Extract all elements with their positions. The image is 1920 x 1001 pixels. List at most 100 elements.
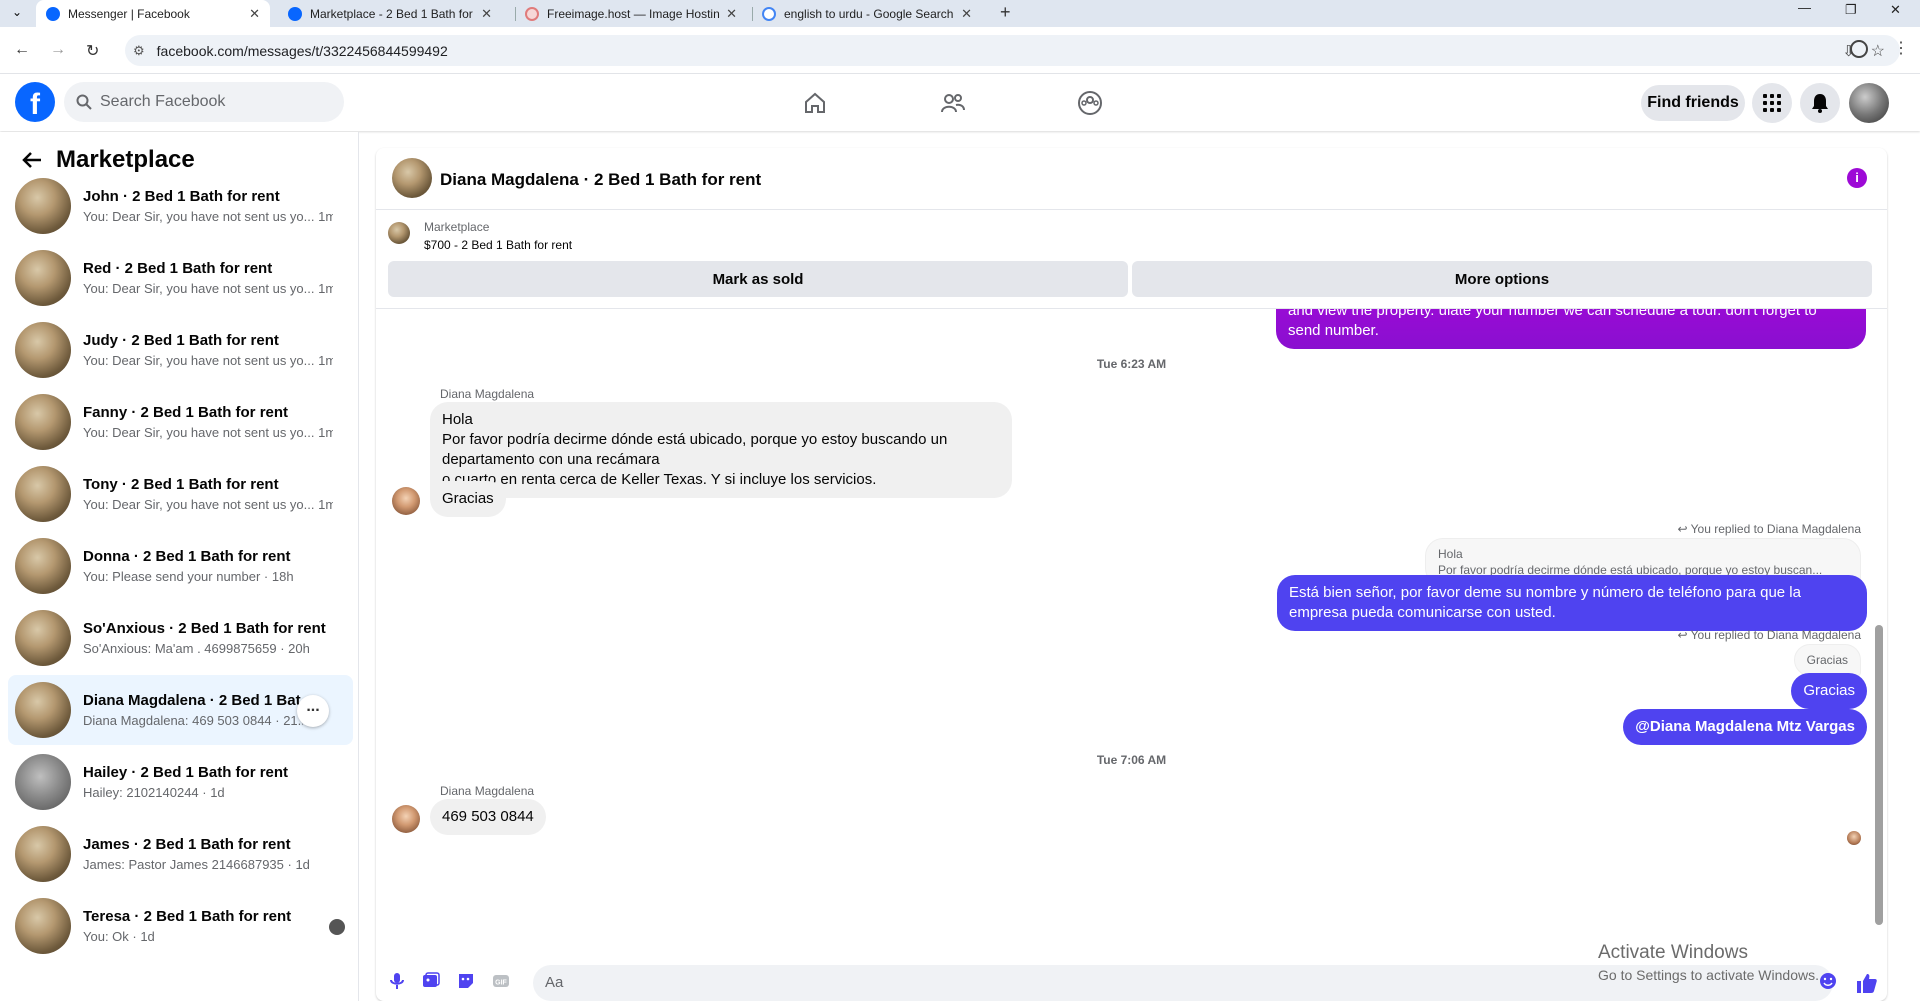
thumbs-up-icon[interactable] [1856, 972, 1878, 994]
conversation-preview: You: Dear Sir, you have not sent us yo..… [83, 353, 333, 368]
close-window-icon[interactable]: ✕ [1890, 2, 1901, 18]
sender-name: Diana Magdalena [440, 387, 535, 401]
back-arrow-icon[interactable] [22, 151, 42, 169]
url-field[interactable]: ⚙ facebook.com/messages/t/33224568445994… [125, 35, 1900, 66]
conversation-name: Red · 2 Bed 1 Bath for rent [83, 260, 273, 277]
sticker-icon[interactable] [457, 972, 475, 990]
new-tab-button[interactable]: + [1000, 2, 1011, 23]
photo-icon[interactable] [422, 972, 440, 990]
google-favicon-icon [762, 6, 776, 21]
reload-icon[interactable]: ↻ [86, 41, 99, 61]
home-icon[interactable] [802, 90, 828, 116]
message-bubble-outgoing[interactable]: Gracias [1791, 673, 1867, 709]
notifications-button[interactable] [1800, 83, 1840, 123]
chat-panel: Diana Magdalena · 2 Bed 1 Bath for rent … [376, 148, 1887, 1001]
site-info-icon[interactable]: ⚙ [133, 43, 145, 59]
conversation-item[interactable]: James · 2 Bed 1 Bath for rent James: Past… [8, 819, 353, 889]
conversation-item[interactable]: So'Anxious · 2 Bed 1 Bath for rent So'Anx… [8, 603, 353, 673]
emoji-icon[interactable] [1819, 972, 1837, 990]
sender-avatar[interactable] [392, 805, 420, 833]
message-bubble-outgoing[interactable]: and view the property. ulate your number… [1276, 309, 1866, 349]
facebook-header: f Search Facebook Find friends [0, 74, 1920, 131]
quoted-message[interactable]: Gracias [1793, 644, 1861, 676]
browser-tab-strip: ⌄ Messenger | Facebook ✕ Marketplace - 2… [0, 0, 1920, 27]
browser-tab-freeimage[interactable]: Freeimage.host — Image Hostin ✕ [515, 0, 747, 27]
seen-avatar [329, 919, 345, 935]
conversation-options-button[interactable]: ... [297, 695, 329, 727]
message-bubble-incoming[interactable]: 469 503 0844 [430, 799, 546, 835]
conversation-name: Hailey · 2 Bed 1 Bath for rent [83, 764, 289, 781]
chat-title[interactable]: Diana Magdalena · 2 Bed 1 Bath for rent [440, 170, 761, 190]
marketplace-label: Marketplace [424, 220, 490, 234]
back-icon[interactable]: ← [14, 41, 30, 59]
sidebar-header: Marketplace [22, 146, 195, 174]
message-bubble-incoming[interactable]: Hola Por favor podría decirme dónde está… [430, 402, 1012, 498]
conversation-item[interactable]: John · 2 Bed 1 Bath for rent You: Dear Si… [8, 171, 353, 241]
search-icon [76, 94, 92, 110]
tab-search-icon[interactable]: ⌄ [12, 5, 22, 19]
gif-icon[interactable]: GIF [492, 972, 510, 990]
seen-avatar [1847, 831, 1861, 845]
conversation-item[interactable]: Donna · 2 Bed 1 Bath for rent You: Please… [8, 531, 353, 601]
conversation-preview: Diana Magdalena: 469 503 0844 · 21... [83, 713, 303, 728]
freeimage-favicon-icon [525, 6, 539, 21]
conversation-item[interactable]: Tony · 2 Bed 1 Bath for rent You: Dear Si… [8, 459, 353, 529]
listing-thumbnail [15, 826, 71, 882]
friends-icon[interactable] [940, 90, 966, 116]
marketplace-listing-banner[interactable]: Marketplace $700 - 2 Bed 1 Bath for rent [388, 220, 1878, 254]
conversation-sidebar: Marketplace John · 2 Bed 1 Bath for rent… [0, 132, 359, 1001]
restore-icon[interactable]: ❐ [1845, 2, 1857, 18]
conversation-name: John · 2 Bed 1 Bath for rent [83, 188, 280, 205]
message-bubble-outgoing[interactable]: Está bien señor, por favor deme su nombr… [1277, 575, 1867, 631]
conversation-preview: James: Pastor James 2146687935 · 1d [83, 857, 310, 872]
conversation-item[interactable]: Teresa · 2 Bed 1 Bath for rent You: Ok · … [8, 891, 353, 961]
conversation-preview: So'Anxious: Ma'am . 4699875659 · 20h [83, 641, 310, 656]
conversation-item[interactable]: Red · 2 Bed 1 Bath for rent You: Dear Sir… [8, 243, 353, 313]
mark-as-sold-button[interactable]: Mark as sold [388, 261, 1128, 297]
sender-avatar[interactable] [392, 487, 420, 515]
listing-thumbnail [15, 538, 71, 594]
close-tab-icon[interactable]: ✕ [249, 6, 260, 22]
minimize-icon[interactable]: — [1798, 0, 1811, 15]
conversation-preview: You: Dear Sir, you have not sent us yo..… [83, 209, 333, 224]
message-bubble-incoming[interactable]: Gracias [430, 481, 506, 517]
forward-icon[interactable]: → [50, 41, 66, 59]
conversation-preview: You: Please send your number · 18h [83, 569, 294, 584]
search-field[interactable]: Search Facebook [64, 82, 344, 122]
more-options-button[interactable]: More options [1132, 261, 1872, 297]
browser-tab-messenger[interactable]: Messenger | Facebook ✕ [36, 0, 270, 27]
listing-thumbnail [15, 898, 71, 954]
browser-tab-marketplace[interactable]: Marketplace - 2 Bed 1 Bath for ✕ [278, 0, 502, 27]
scrollbar-thumb[interactable] [1875, 625, 1883, 925]
conversation-name: Tony · 2 Bed 1 Bath for rent [83, 476, 279, 493]
browser-menu-icon[interactable]: ⋮ [1893, 38, 1909, 58]
facebook-logo[interactable]: f [15, 82, 55, 122]
conversation-name: James · 2 Bed 1 Bath for rent [83, 836, 291, 853]
address-bar-row: ← → ↻ ⚙ facebook.com/messages/t/33224568… [0, 27, 1920, 74]
groups-icon[interactable] [1077, 90, 1103, 116]
listing-thumbnail [15, 322, 71, 378]
close-tab-icon[interactable]: ✕ [961, 6, 972, 22]
conversation-name: Diana Magdalena · 2 Bed 1 Bat... [83, 692, 303, 709]
conversation-item[interactable]: Fanny · 2 Bed 1 Bath for rent You: Dear S… [8, 387, 353, 457]
account-avatar[interactable] [1849, 83, 1889, 123]
conversation-item[interactable]: Hailey · 2 Bed 1 Bath for rent Hailey: 21… [8, 747, 353, 817]
close-tab-icon[interactable]: ✕ [726, 6, 737, 22]
message-scrollbar[interactable] [1875, 315, 1883, 955]
message-bubble-outgoing[interactable]: @Diana Magdalena Mtz Vargas [1623, 709, 1867, 745]
microphone-icon[interactable] [388, 972, 406, 990]
chat-header: Diana Magdalena · 2 Bed 1 Bath for rent … [376, 148, 1887, 210]
listing-thumbnail [388, 222, 410, 244]
conversation-name: Fanny · 2 Bed 1 Bath for rent [83, 404, 289, 421]
find-friends-button[interactable]: Find friends [1641, 85, 1745, 121]
conversation-item-active[interactable]: Diana Magdalena · 2 Bed 1 Bat... Diana Ma… [8, 675, 353, 745]
browser-tab-google[interactable]: english to urdu - Google Search ✕ [752, 0, 982, 27]
profile-icon[interactable] [1850, 40, 1868, 58]
conversation-item[interactable]: Judy · 2 Bed 1 Bath for rent You: Dear Si… [8, 315, 353, 385]
close-tab-icon[interactable]: ✕ [481, 6, 492, 22]
menu-grid-button[interactable] [1752, 83, 1792, 123]
chat-listing-avatar[interactable] [392, 158, 432, 198]
info-icon[interactable]: i [1847, 168, 1867, 188]
bookmark-star-icon[interactable]: ☆ [1871, 41, 1885, 61]
timestamp: Tue 7:06 AM [1096, 753, 1167, 767]
